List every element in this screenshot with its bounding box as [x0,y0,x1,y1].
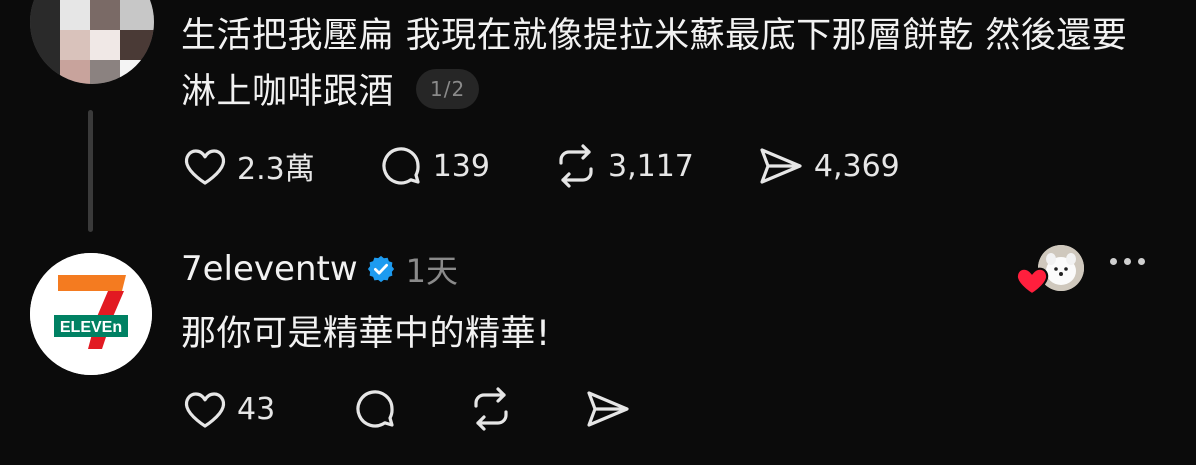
seven-eleven-logo: ELEVEn [30,253,152,375]
more-dot [1110,258,1117,265]
post-text-line-2: 淋上咖啡跟酒 1/2 [181,64,1181,120]
verified-badge-icon [367,255,394,283]
repost-icon [474,387,508,431]
heart-icon [184,392,226,428]
post-like-count: 2.3萬 [237,152,315,187]
post-text-line-2-content: 淋上咖啡跟酒 [181,72,395,112]
post-actions-bar: 2.3萬 139 3,117 4,369 [181,142,962,190]
post-like-button[interactable]: 2.3萬 [181,142,315,190]
reply-actions-bar: 43 [181,385,633,433]
reply-author-avatar[interactable]: ELEVEn [30,253,152,375]
comment-icon [382,147,420,185]
post-share-count: 4,369 [813,148,900,184]
post-text: 生活把我壓扁 我現在就像提拉米蘇最底下那層餅乾 然後還要 淋上咖啡跟酒 1/2 [181,8,1181,120]
post-author-avatar[interactable] [30,0,154,84]
thread-connector-line [88,110,93,232]
more-dot [1138,258,1145,265]
more-options-icon[interactable] [1110,258,1145,265]
reply-reply-button[interactable] [351,385,467,433]
reply-like-count: 43 [237,391,276,427]
page-indicator[interactable]: 1/2 [416,69,480,109]
reply-header: 7eleventw 1天 [181,246,458,292]
more-dot [1124,258,1131,265]
liked-heart-icon [1015,267,1049,296]
reply-share-button[interactable] [583,385,633,433]
heart-icon [184,149,226,185]
post-reply-count: 139 [432,148,490,184]
logo-text: ELEVEn [60,319,122,336]
post-repost-count: 3,117 [607,148,694,184]
post-reply-button[interactable]: 139 [377,142,490,190]
repost-icon [559,144,593,188]
send-icon [587,391,629,427]
reply-username[interactable]: 7eleventw [181,249,358,289]
comment-icon [356,390,394,428]
reply-like-button[interactable]: 43 [181,385,351,433]
post-repost-button[interactable]: 3,117 [552,142,694,190]
reply-timestamp: 1天 [405,252,459,290]
reply-text: 那你可是精華中的精華! [181,314,551,354]
post-text-line-1: 生活把我壓扁 我現在就像提拉米蘇最底下那層餅乾 然後還要 [181,16,1128,56]
reply-repost-button[interactable] [467,385,583,433]
post-share-button[interactable]: 4,369 [756,142,900,190]
send-icon [760,148,802,184]
